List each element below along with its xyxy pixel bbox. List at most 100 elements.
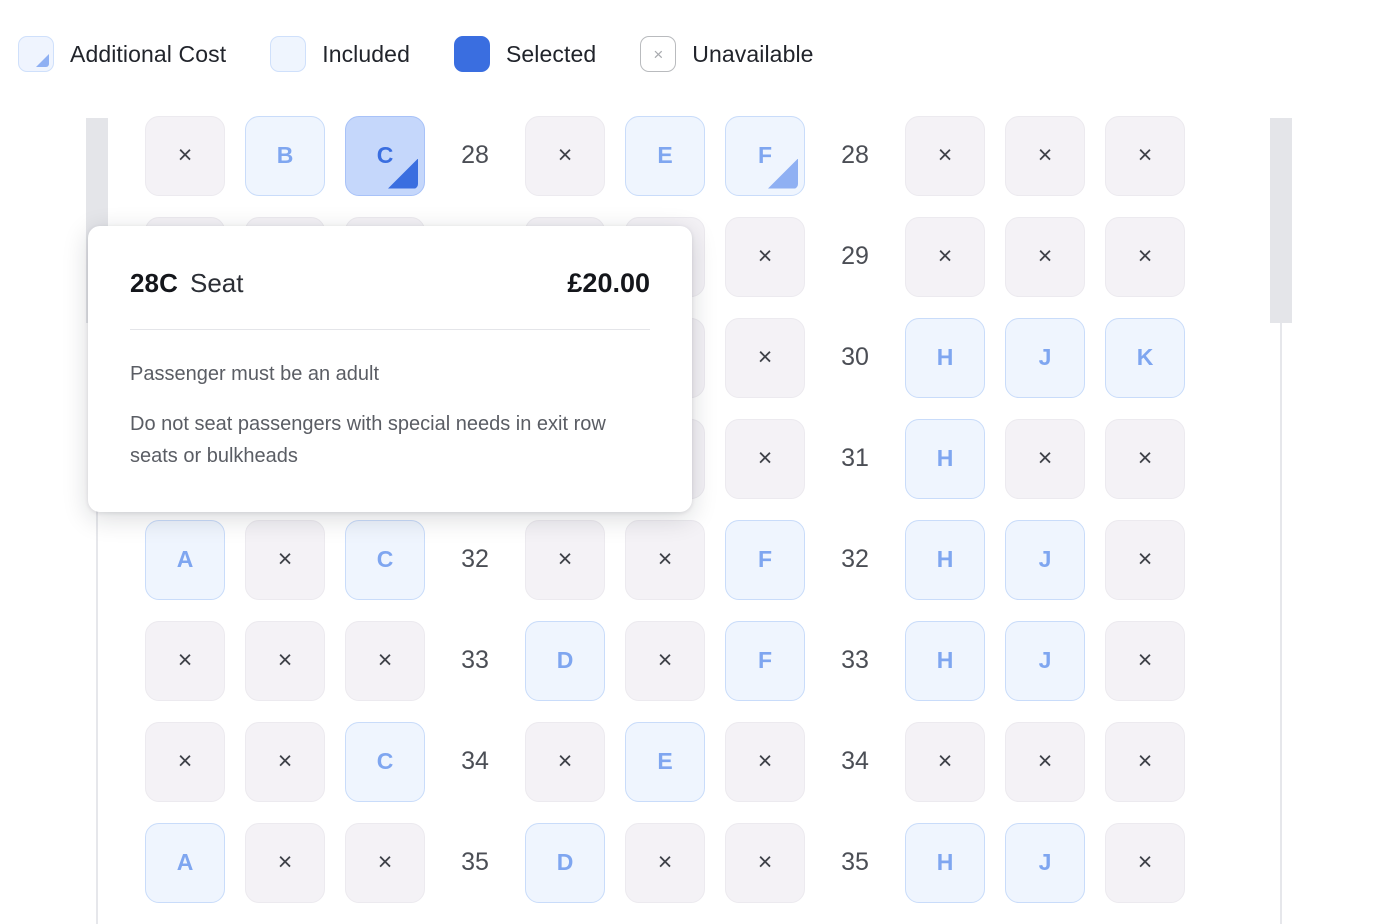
seat-row-32: A×C32××F32HJ× <box>0 509 1392 610</box>
row-number-right-29: 29 <box>805 242 905 271</box>
seat-label: E <box>657 748 672 775</box>
seat-32C[interactable]: C <box>345 520 425 600</box>
seat-33F[interactable]: F <box>725 621 805 701</box>
seat-label: C <box>377 546 394 573</box>
seat-label: × <box>558 747 573 776</box>
seat-filled-icon <box>454 36 490 72</box>
seat-group-left-33: ××× <box>145 621 425 701</box>
seat-group-middle-28: × E F <box>525 116 805 196</box>
seat-group-right-35: HJ× <box>905 823 1185 903</box>
row-number-left-35: 35 <box>425 848 525 877</box>
row-number-left-34: 34 <box>425 747 525 776</box>
seat-35-B-unavailable: × <box>245 823 325 903</box>
seat-35A[interactable]: A <box>145 823 225 903</box>
seat-32-D-unavailable: × <box>525 520 605 600</box>
seat-label: J <box>1039 344 1052 371</box>
seat-group-right-29: ××× <box>905 217 1185 297</box>
seat-label: × <box>1138 646 1153 675</box>
seat-label: J <box>1039 849 1052 876</box>
seat-30H[interactable]: H <box>905 318 985 398</box>
seat-label: × <box>178 141 193 170</box>
seat-32-B-unavailable: × <box>245 520 325 600</box>
seat-31-J-unavailable: × <box>1005 419 1085 499</box>
seat-28B[interactable]: B <box>245 116 325 196</box>
seat-33J[interactable]: J <box>1005 621 1085 701</box>
seat-33D[interactable]: D <box>525 621 605 701</box>
seat-label: × <box>178 646 193 675</box>
seat-29-F-unavailable: × <box>725 217 805 297</box>
seat-label: H <box>937 546 954 573</box>
seat-wedge-icon <box>18 36 54 72</box>
seat-group-right-30: HJK <box>905 318 1185 398</box>
seat-34C[interactable]: C <box>345 722 425 802</box>
seat-label: × <box>278 747 293 776</box>
seat-group-right-34: ××× <box>905 722 1185 802</box>
seat-35-F-unavailable: × <box>725 823 805 903</box>
seat-32-K-unavailable: × <box>1105 520 1185 600</box>
tooltip-note-1: Passenger must be an adult <box>130 358 650 390</box>
seat-label: × <box>758 747 773 776</box>
row-number-right-35: 35 <box>805 848 905 877</box>
seat-label: H <box>937 647 954 674</box>
seat-35H[interactable]: H <box>905 823 985 903</box>
legend-label-unavailable: Unavailable <box>692 41 813 68</box>
seat-35-C-unavailable: × <box>345 823 425 903</box>
seat-28E[interactable]: E <box>625 116 705 196</box>
seat-label: J <box>1039 546 1052 573</box>
legend-item-included: Included <box>270 36 410 72</box>
seat-32J[interactable]: J <box>1005 520 1085 600</box>
seat-label: B <box>277 142 294 169</box>
seat-label: H <box>937 849 954 876</box>
seat-selection-screen: Additional Cost Included Selected × Unavaila… <box>0 0 1392 924</box>
seat-30K[interactable]: K <box>1105 318 1185 398</box>
seat-32F[interactable]: F <box>725 520 805 600</box>
seat-34-H-unavailable: × <box>905 722 985 802</box>
seat-group-middle-35: D×× <box>525 823 805 903</box>
seat-28F[interactable]: F <box>725 116 805 196</box>
seat-33-E-unavailable: × <box>625 621 705 701</box>
seat-group-right-33: H J × <box>905 621 1185 701</box>
seat-31-K-unavailable: × <box>1105 419 1185 499</box>
seat-label: E <box>657 142 672 169</box>
seat-label: × <box>1038 444 1053 473</box>
legend-item-selected: Selected <box>454 36 596 72</box>
seat-31H[interactable]: H <box>905 419 985 499</box>
seat-30J[interactable]: J <box>1005 318 1085 398</box>
seat-34E[interactable]: E <box>625 722 705 802</box>
seat-group-left-28: × B C <box>145 116 425 196</box>
seat-label: × <box>758 242 773 271</box>
seat-label: × <box>1138 242 1153 271</box>
seat-label: × <box>658 646 673 675</box>
legend-item-additional: Additional Cost <box>18 36 226 72</box>
legend-item-unavailable: × Unavailable <box>640 36 813 72</box>
seat-34-J-unavailable: × <box>1005 722 1085 802</box>
seat-label: C <box>377 748 394 775</box>
legend-label-selected: Selected <box>506 41 596 68</box>
seat-label: × <box>1138 747 1153 776</box>
seat-28C[interactable]: C <box>345 116 425 196</box>
seat-group-right-32: H J × <box>905 520 1185 600</box>
seat-label: × <box>558 545 573 574</box>
seat-33H[interactable]: H <box>905 621 985 701</box>
seat-32A[interactable]: A <box>145 520 225 600</box>
seat-label: D <box>557 849 574 876</box>
seat-row-28: ×BC28×EF28××× <box>0 105 1392 206</box>
tooltip-notes: Passenger must be an adult Do not seat pa… <box>130 358 650 472</box>
tooltip-note-2: Do not seat passengers with special need… <box>130 408 650 472</box>
seat-label: × <box>558 141 573 170</box>
seat-29-H-unavailable: × <box>905 217 985 297</box>
seat-label: F <box>758 142 772 169</box>
seat-label: × <box>938 141 953 170</box>
seat-32H[interactable]: H <box>905 520 985 600</box>
seat-label: × <box>278 545 293 574</box>
seat-label: × <box>1138 141 1153 170</box>
row-number-right-33: 33 <box>805 646 905 675</box>
seat-28-K-unavailable: × <box>1105 116 1185 196</box>
tooltip-seat-id: 28C <box>130 268 178 299</box>
seat-31-F-unavailable: × <box>725 419 805 499</box>
seat-35D[interactable]: D <box>525 823 605 903</box>
close-x-icon: × <box>640 36 676 72</box>
row-number-left-32: 32 <box>425 545 525 574</box>
seat-33-A-unavailable: × <box>145 621 225 701</box>
seat-35J[interactable]: J <box>1005 823 1085 903</box>
